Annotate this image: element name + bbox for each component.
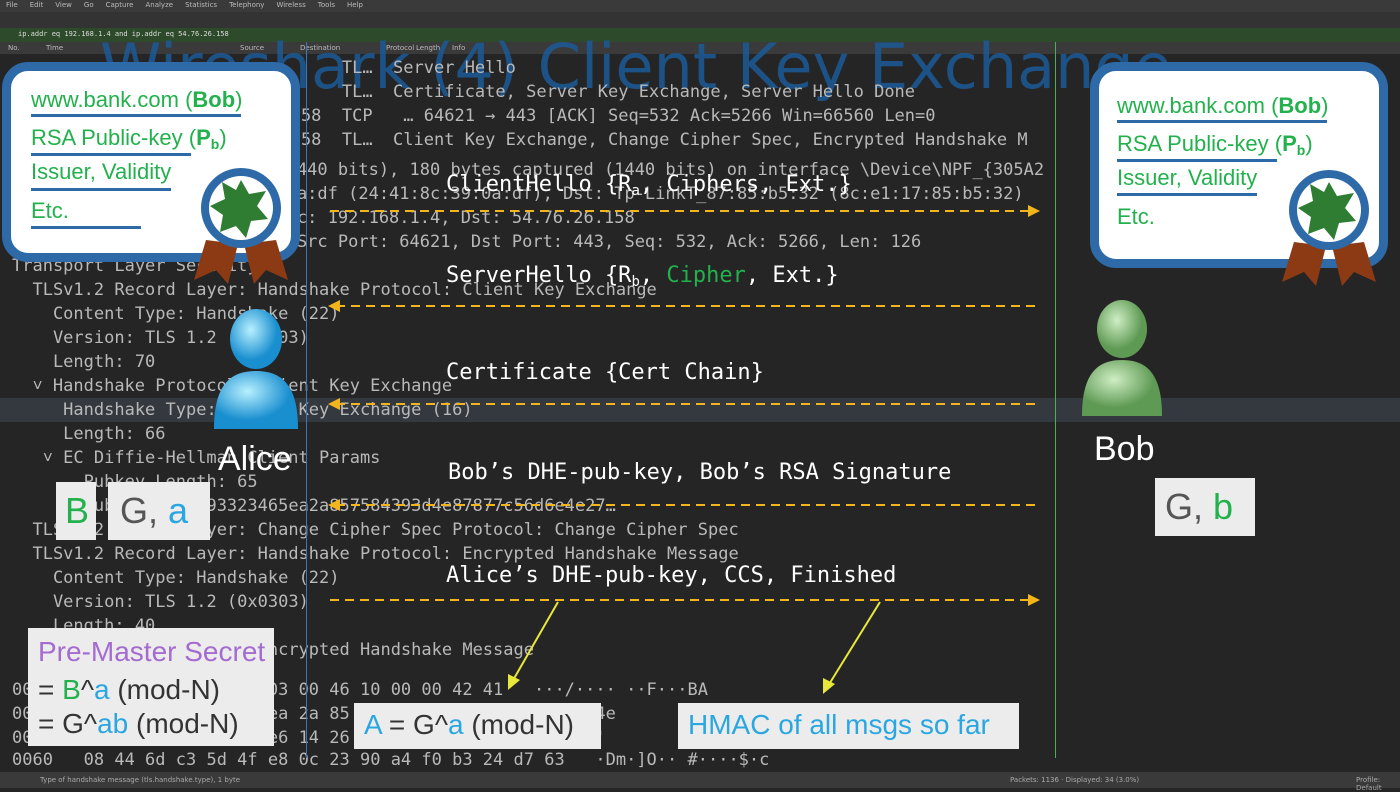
arrowhead-left <box>328 398 340 410</box>
hmac-box: HMAC of all msgs so far <box>678 703 1019 749</box>
premaster-title: Pre-Master Secret <box>38 636 266 667</box>
arrowhead-right <box>1028 205 1040 217</box>
hmac-label: HMAC of all msgs so far <box>688 709 990 740</box>
premaster-secret-box: Pre-Master Secret = B^a (mod-N) = G^ab (… <box>28 628 274 746</box>
premaster-line-2: = G^ab (mod-N) <box>38 708 239 739</box>
alice-public-key: A = G^a (mod-N) <box>364 709 574 740</box>
alice-public-key-box: A = G^a (mod-N) <box>354 703 601 749</box>
arrowhead-left <box>328 300 340 312</box>
premaster-line-1: = B^a (mod-N) <box>38 674 220 705</box>
arrowhead-right <box>1028 594 1040 606</box>
arrowhead-left <box>328 499 340 511</box>
